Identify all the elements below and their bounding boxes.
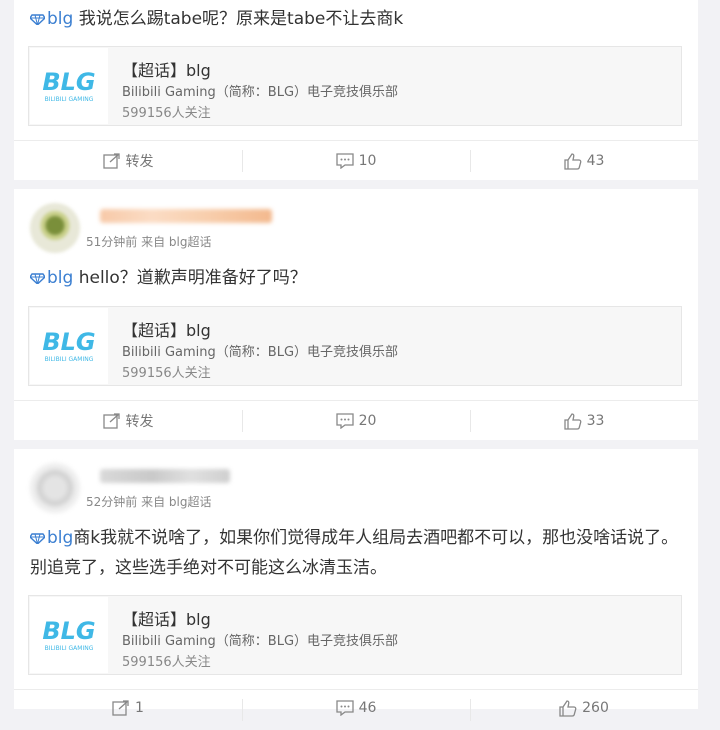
blg-logo-icon: BLG BILIBILI GAMING: [42, 617, 95, 652]
blg-logo: BLG BILIBILI GAMING: [30, 48, 108, 124]
topic-tag-link[interactable]: blg: [30, 268, 79, 288]
post-card: 52分钟前 来自 blg超话 blg商k我就不说啥了，如果你们觉得成年人组局去酒…: [14, 449, 698, 721]
svg-text:BILIBILI GAMING: BILIBILI GAMING: [45, 645, 94, 652]
topic-title: 【超话】blg: [122, 321, 211, 340]
topic-tag-link[interactable]: blg: [30, 9, 79, 29]
post-card: blg 我说怎么踢tabe呢？原来是tabe不让去商k BLG BILIBILI…: [14, 0, 698, 180]
post-meta: 52分钟前 来自 blg超话: [86, 495, 212, 509]
blg-logo: BLG BILIBILI GAMING: [30, 597, 108, 673]
thumbs-up-icon: [563, 412, 581, 430]
comment-icon: [335, 413, 354, 429]
super-topic-diamond-icon: [30, 533, 45, 544]
post-actions: 转发 20 33: [14, 400, 698, 441]
like-button[interactable]: 33: [470, 401, 698, 441]
topic-description: Bilibili Gaming（简称：BLG）电子竞技俱乐部: [122, 85, 399, 100]
repost-button[interactable]: 转发: [14, 141, 242, 181]
post-text: blg商k我就不说啥了，如果你们觉得成年人组局去酒吧都不可以，那也没啥话说了。别…: [30, 528, 679, 578]
like-button[interactable]: 43: [470, 141, 698, 181]
repost-icon: [112, 700, 129, 716]
post-text: blg hello？道歉声明准备好了吗？: [30, 263, 682, 293]
repost-button[interactable]: 1: [14, 690, 242, 716]
repost-button[interactable]: 转发: [14, 401, 242, 441]
topic-card[interactable]: BLG BILIBILI GAMING 【超话】blg Bilibili Gam…: [28, 595, 682, 675]
post-header: 51分钟前 来自 blg超话: [14, 189, 698, 255]
topic-description: Bilibili Gaming（简称：BLG）电子竞技俱乐部: [122, 634, 399, 649]
svg-text:BILIBILI GAMING: BILIBILI GAMING: [45, 356, 94, 363]
topic-card[interactable]: BLG BILIBILI GAMING 【超话】blg Bilibili Gam…: [28, 46, 682, 126]
svg-text:BLG: BLG: [42, 617, 95, 645]
topic-title: 【超话】blg: [122, 610, 211, 629]
post-text: blg 我说怎么踢tabe呢？原来是tabe不让去商k: [30, 4, 682, 34]
topic-card[interactable]: BLG BILIBILI GAMING 【超话】blg Bilibili Gam…: [28, 306, 682, 386]
super-topic-diamond-icon: [30, 273, 45, 284]
svg-text:BLG: BLG: [42, 328, 95, 356]
post-meta: 51分钟前 来自 blg超话: [86, 235, 212, 249]
post-actions: 1 46 260: [14, 689, 698, 730]
topic-tag-link[interactable]: blg: [30, 528, 73, 548]
comment-icon: [335, 153, 354, 169]
topic-followers: 599156人关注: [122, 655, 211, 670]
post-actions: 转发 10 43: [14, 140, 698, 181]
topic-title: 【超话】blg: [122, 61, 211, 80]
comment-icon: [335, 700, 354, 716]
blg-logo: BLG BILIBILI GAMING: [30, 308, 108, 384]
post-header: 52分钟前 来自 blg超话: [14, 449, 698, 515]
username-blurred[interactable]: [100, 209, 272, 223]
svg-text:BILIBILI GAMING: BILIBILI GAMING: [45, 96, 94, 103]
topic-description: Bilibili Gaming（简称：BLG）电子竞技俱乐部: [122, 345, 399, 360]
topic-followers: 599156人关注: [122, 106, 211, 121]
like-button[interactable]: 260: [470, 690, 698, 721]
topic-followers: 599156人关注: [122, 366, 211, 381]
avatar[interactable]: [30, 203, 80, 253]
blg-logo-icon: BLG BILIBILI GAMING: [42, 328, 95, 363]
comment-button[interactable]: 46: [242, 690, 470, 721]
comment-button[interactable]: 20: [242, 401, 470, 441]
avatar[interactable]: [30, 463, 80, 513]
blg-logo-icon: BLG BILIBILI GAMING: [42, 68, 95, 103]
username-blurred[interactable]: [100, 469, 230, 483]
repost-icon: [102, 153, 120, 169]
comment-button[interactable]: 10: [242, 141, 470, 181]
post-card: 51分钟前 来自 blg超话 blg hello？道歉声明准备好了吗？ BLG …: [14, 189, 698, 440]
super-topic-diamond-icon: [30, 14, 45, 25]
repost-icon: [102, 413, 120, 429]
thumbs-up-icon: [563, 152, 581, 170]
svg-text:BLG: BLG: [42, 68, 95, 96]
